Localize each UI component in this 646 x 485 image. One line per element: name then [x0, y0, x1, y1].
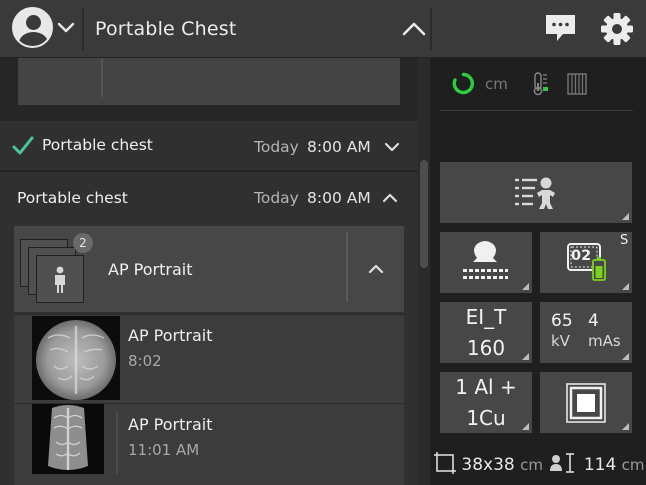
crop-frame-icon — [434, 452, 456, 474]
xray-thumbnail[interactable] — [32, 316, 120, 400]
ei-value: 160 — [466, 336, 506, 360]
image-label: AP Portrait — [128, 326, 213, 345]
patient-list-icon — [515, 177, 555, 209]
series-divider — [346, 232, 348, 302]
exposure-index-tile[interactable]: EI_T 160 — [440, 302, 532, 363]
series-stack-frame — [36, 255, 84, 303]
previous-image-card[interactable] — [18, 58, 400, 105]
xray-thumbnail[interactable] — [32, 404, 104, 474]
chevron-down-icon[interactable] — [56, 18, 76, 38]
exam-label: Portable chest — [42, 136, 153, 154]
filter-line-2: 1Cu — [466, 406, 506, 430]
mas-value: 4 — [588, 311, 599, 331]
chat-icon[interactable] — [544, 13, 577, 43]
image-count-badge: 2 — [73, 233, 93, 253]
card-divider — [101, 58, 103, 97]
chevron-up-icon[interactable] — [400, 18, 428, 40]
exam-time: 8:00 AM — [307, 189, 371, 207]
chevron-up-icon[interactable] — [381, 191, 399, 205]
image-time: 11:01 AM — [128, 441, 200, 459]
mas-unit: mAs — [588, 332, 621, 350]
patient-bust-icon — [463, 241, 508, 279]
collimator-icon — [566, 383, 606, 423]
source-distance-icon — [550, 453, 575, 473]
field-size-unit: cm — [520, 456, 543, 474]
kv-value: 65 — [551, 311, 573, 331]
row-divider — [14, 314, 404, 315]
exam-day: Today — [254, 138, 299, 156]
checkmark-icon — [12, 136, 34, 155]
field-size-value: 38x38 — [461, 455, 515, 475]
detector-tile[interactable]: 02 — [540, 232, 632, 293]
series-label: AP Portrait — [108, 260, 193, 279]
image-label: AP Portrait — [128, 415, 213, 434]
exposure-settings-tile[interactable]: 65 4 kV mAs — [540, 302, 632, 363]
filter-tile[interactable]: 1 Al + 1Cu — [440, 372, 532, 433]
source-distance-unit: cm — [621, 456, 645, 474]
kv-unit: kV — [551, 332, 570, 350]
patient-positioning-tile[interactable] — [440, 162, 632, 223]
status-ring-icon — [452, 72, 474, 95]
item-divider — [116, 412, 118, 474]
gear-icon[interactable] — [600, 12, 634, 46]
exam-label: Portable chest — [17, 189, 128, 207]
chevron-up-icon[interactable] — [366, 262, 386, 276]
source-distance-value: 114 — [583, 455, 617, 475]
header-divider — [430, 8, 432, 50]
field-size-info: 38x38 cm 114 cm — [434, 452, 645, 475]
panel-divider — [440, 110, 633, 111]
patient-orientation-tile[interactable] — [440, 232, 532, 293]
collimation-tile[interactable] — [540, 372, 632, 433]
thermometer-icon — [533, 72, 548, 96]
person-icon — [55, 266, 65, 293]
chevron-down-icon[interactable] — [383, 140, 401, 154]
user-avatar-icon[interactable] — [12, 7, 53, 48]
header-divider — [82, 8, 84, 50]
grid-icon — [567, 73, 587, 95]
exam-title: Portable Chest — [95, 18, 237, 40]
exam-day: Today — [254, 189, 299, 207]
ei-label: EI_T — [465, 305, 507, 329]
scrollbar-thumb[interactable] — [420, 160, 428, 268]
exam-time: 8:00 AM — [307, 138, 371, 156]
distance-unit: cm — [485, 75, 508, 93]
detector-id: 02 — [571, 248, 592, 264]
detector-suffix: S — [620, 233, 629, 248]
filter-line-1: 1 Al + — [455, 375, 517, 399]
image-time: 8:02 — [128, 352, 162, 370]
